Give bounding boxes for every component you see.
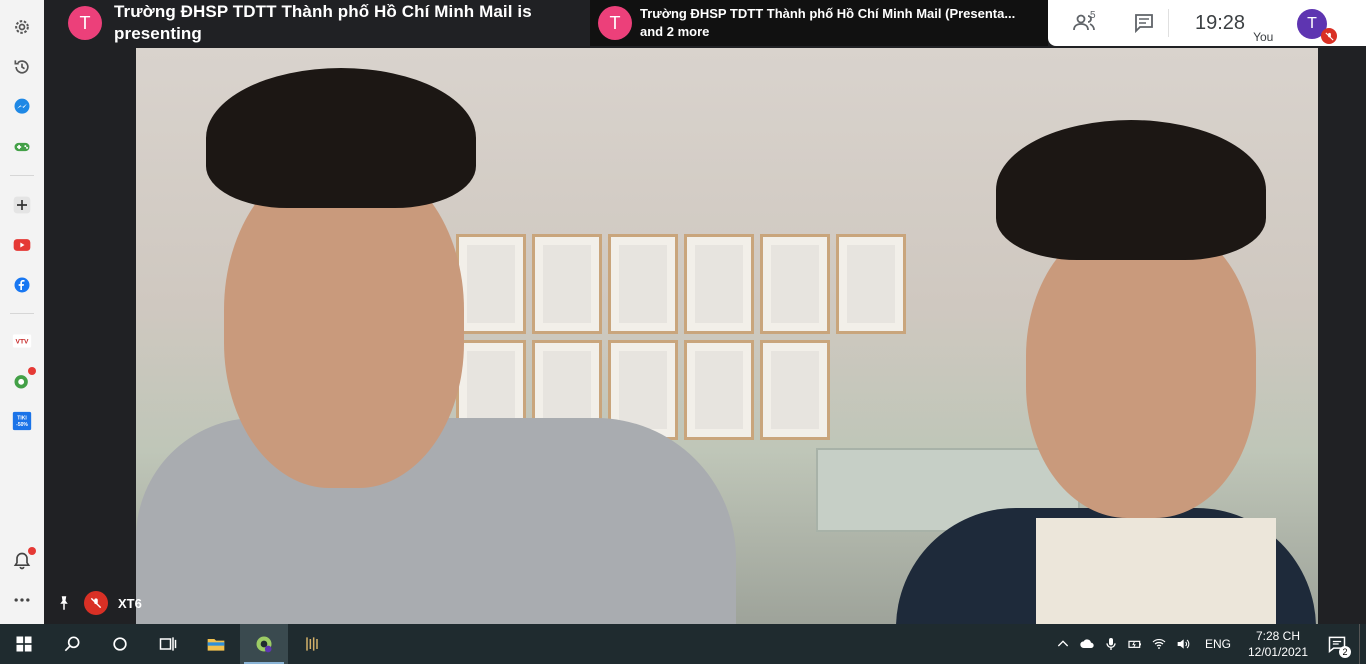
person-right-shirt [1036, 518, 1276, 624]
self-label: You [1253, 30, 1274, 44]
mic-off-icon [1321, 28, 1338, 44]
presentation-more: and 2 more [640, 24, 710, 39]
wifi-icon[interactable] [1147, 624, 1171, 664]
meeting-clock: 19:28 [1195, 11, 1246, 34]
show-desktop-button[interactable] [1359, 624, 1366, 664]
person-left-hair [206, 68, 476, 208]
search-button[interactable] [48, 624, 96, 664]
person-right-face [1026, 218, 1256, 518]
app-button[interactable] [288, 624, 336, 664]
youtube-icon[interactable] [8, 231, 36, 259]
background-artwork [456, 234, 1016, 444]
clock-date: 12/01/2021 [1247, 645, 1309, 659]
svg-text:VTV: VTV [16, 339, 30, 346]
person-right-hair [996, 120, 1266, 260]
presentation-avatar: T [598, 6, 632, 40]
person-left-body [136, 418, 736, 624]
tiki-icon[interactable]: TIKI -50% [8, 407, 36, 435]
participant-name: XT6 [118, 595, 142, 611]
microphone-icon[interactable] [1099, 624, 1123, 664]
history-icon[interactable] [8, 53, 36, 81]
participant-count: 5 [1090, 10, 1096, 21]
coccoc-icon [256, 636, 272, 653]
more-icon[interactable] [8, 586, 36, 614]
battery-icon[interactable] [1123, 624, 1147, 664]
presentations-switcher[interactable]: T Trường ĐHSP TDTT Thành phố Hồ Chí Minh… [590, 0, 1048, 46]
svg-text:TIKI: TIKI [17, 415, 27, 421]
taskbar: ENG 7:28 CH 12/01/2021 2 [0, 624, 1366, 664]
chat-icon [1135, 14, 1153, 34]
presentations-label: Trường ĐHSP TDTT Thành phố Hồ Chí Minh M… [640, 5, 1015, 41]
people-button[interactable]: 5 [1060, 0, 1108, 46]
browser-button[interactable] [240, 624, 288, 664]
notification-dot [28, 547, 36, 555]
participant-tag: XT6 [52, 588, 142, 618]
file-explorer-button[interactable] [192, 624, 240, 664]
cortana-button[interactable] [96, 624, 144, 664]
participant-video[interactable] [136, 48, 1318, 624]
settings-icon[interactable] [8, 13, 36, 41]
action-center-button[interactable]: 2 [1315, 624, 1359, 664]
coccoc-extension-icon[interactable] [8, 367, 36, 395]
add-icon[interactable] [8, 191, 36, 219]
search-icon [64, 636, 80, 652]
bell-icon[interactable] [8, 547, 36, 575]
folder-icon [207, 639, 225, 651]
volume-icon[interactable] [1171, 624, 1195, 664]
pin-icon[interactable] [52, 591, 76, 615]
meeting-stage [44, 0, 1366, 624]
presenter-avatar: T [68, 6, 102, 40]
taskbar-clock[interactable]: 7:28 CH 12/01/2021 [1241, 628, 1315, 660]
clock-time: 7:28 CH [1255, 629, 1301, 643]
chevron-up-icon[interactable] [1051, 624, 1075, 664]
cortana-icon [113, 637, 127, 651]
meeting-top-panel: 5 19:28 T You [1048, 0, 1366, 46]
presenter-banner: T Trường ĐHSP TDTT Thành phố Hồ Chí Minh… [44, 0, 590, 46]
panel-divider [1168, 9, 1169, 37]
presenter-text: Trường ĐHSP TDTT Thành phố Hồ Chí Minh M… [114, 2, 532, 43]
task-view-button[interactable] [144, 624, 192, 664]
browser-sidebar: VTV TIKI -50% [0, 0, 45, 624]
games-icon[interactable] [8, 133, 36, 161]
input-language[interactable]: ENG [1205, 637, 1231, 651]
windows-icon [16, 636, 32, 652]
self-tile[interactable]: T You [1253, 0, 1338, 46]
vtv-go-icon[interactable]: VTV [8, 327, 36, 355]
notification-dot [28, 367, 36, 375]
chat-button[interactable] [1120, 0, 1168, 46]
messenger-icon[interactable] [8, 93, 36, 121]
cloud-icon[interactable] [1075, 624, 1099, 664]
svg-text:-50%: -50% [16, 422, 28, 428]
start-button[interactable] [0, 624, 48, 664]
notification-count: 2 [1339, 646, 1351, 658]
presentation-title: Trường ĐHSP TDTT Thành phố Hồ Chí Minh M… [640, 6, 1016, 21]
task-view-icon [159, 637, 177, 651]
app-icon [306, 637, 318, 651]
facebook-icon[interactable] [8, 271, 36, 299]
system-tray: ENG 7:28 CH 12/01/2021 2 [1051, 624, 1366, 664]
mic-off-icon [84, 591, 108, 615]
